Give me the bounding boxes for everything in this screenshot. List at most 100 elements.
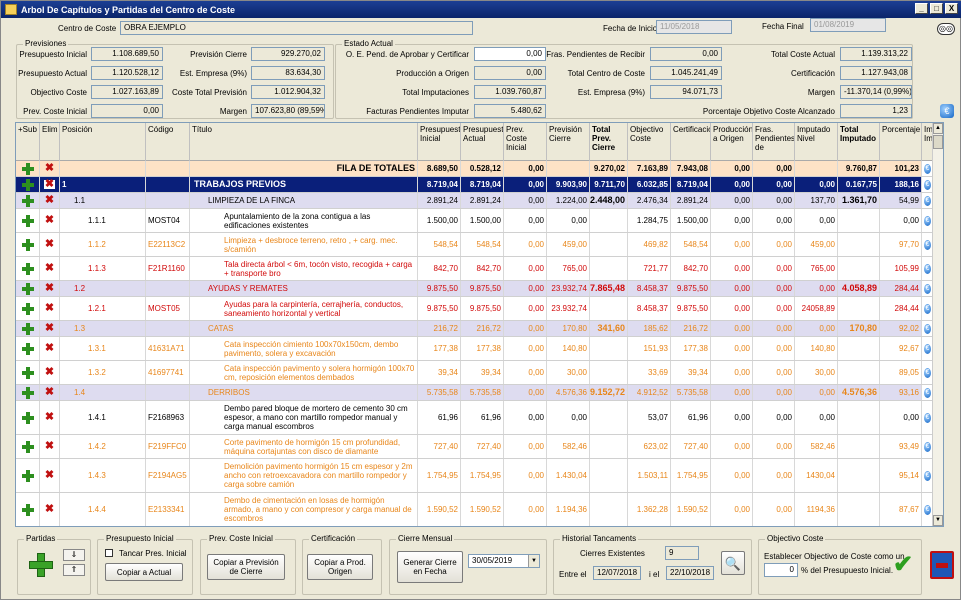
table-row[interactable]: ✖ 1.4.3 F2194AG5 Demolición pavimento hormi… — [16, 459, 934, 493]
delete-icon[interactable]: ✖ — [40, 361, 60, 384]
fecha-inicio-field[interactable]: 11/05/2018 — [656, 20, 732, 34]
plus-icon[interactable] — [21, 214, 34, 227]
refresh-icon[interactable]: € — [940, 104, 954, 118]
delete-icon[interactable]: ✖ — [40, 233, 60, 256]
maximize-button[interactable]: □ — [930, 3, 943, 14]
euro-icon[interactable]: € — [924, 412, 931, 423]
plus-icon[interactable] — [21, 440, 34, 453]
objetivo-pct-input[interactable]: 0 — [764, 563, 798, 577]
table-row[interactable]: ✖ 1.1.2 E22113C2 Limpieza + desbroce terren… — [16, 233, 934, 257]
col-header-4[interactable]: Título — [190, 123, 418, 161]
table-row[interactable]: ✖ 1.2.1 MOST05 Ayudas para la carpintería, … — [16, 297, 934, 321]
scroll-down-icon[interactable]: ▼ — [933, 515, 943, 526]
scroll-thumb[interactable] — [933, 135, 943, 149]
table-row[interactable]: ✖ 1.3 CATAS 216,72 216,72 0,00 170,80 341,60 185… — [16, 321, 934, 337]
binoculars-icon[interactable]: ◎◎ — [937, 23, 955, 35]
euro-icon[interactable]: € — [924, 163, 931, 174]
collapse-icon[interactable]: ⇑ — [63, 564, 85, 576]
col-header-15[interactable]: Total Imputado — [838, 123, 880, 161]
col-header-14[interactable]: Imputado Nivel — [795, 123, 838, 161]
add-sub-icon[interactable] — [16, 161, 40, 176]
euro-icon[interactable]: € — [924, 303, 931, 314]
col-header-11[interactable]: Certificación — [671, 123, 711, 161]
copiar-prod-origen-button[interactable]: Copiar a Prod. Origen — [307, 554, 373, 580]
delete-icon[interactable]: ✖ — [40, 193, 60, 208]
add-sub-icon[interactable] — [16, 493, 40, 526]
col-header-0[interactable]: +Sub — [16, 123, 40, 161]
delete-icon[interactable]: ✖ — [40, 177, 60, 192]
check-icon[interactable]: ✔ — [893, 553, 917, 577]
euro-icon[interactable]: € — [924, 504, 931, 515]
euro-icon[interactable]: € — [924, 323, 931, 334]
copiar-prevision-button[interactable]: Copiar a Previsión de Cierre — [207, 554, 285, 580]
delete-icon[interactable]: ✖ — [40, 161, 60, 176]
add-sub-icon[interactable] — [16, 233, 40, 256]
delete-icon[interactable]: ✖ — [40, 435, 60, 458]
euro-icon[interactable]: € — [924, 195, 931, 206]
col-header-10[interactable]: Objectivo Coste — [628, 123, 671, 161]
add-sub-icon[interactable] — [16, 193, 40, 208]
add-sub-icon[interactable] — [16, 401, 40, 434]
add-sub-icon[interactable] — [16, 209, 40, 232]
euro-icon[interactable]: € — [924, 263, 931, 274]
table-row[interactable]: ✖ 1.4.4 E2133341 Dembo de cimentación en lo… — [16, 493, 934, 526]
col-header-16[interactable]: Porcentaje — [880, 123, 922, 161]
add-partida-icon[interactable] — [28, 552, 54, 578]
centro-coste-field[interactable]: OBRA EJEMPLO — [120, 21, 473, 35]
delete-icon[interactable]: ✖ — [40, 281, 60, 296]
delete-icon[interactable]: ✖ — [40, 401, 60, 434]
plus-icon[interactable] — [21, 282, 34, 295]
add-sub-icon[interactable] — [16, 459, 40, 492]
exit-icon[interactable] — [930, 551, 954, 579]
copiar-actual-button[interactable]: Copiar a Actual — [105, 563, 183, 581]
add-sub-icon[interactable] — [16, 281, 40, 296]
estado1-value-0[interactable]: 0,00 — [474, 47, 546, 61]
plus-icon[interactable] — [21, 322, 34, 335]
expand-icon[interactable]: ⇓ — [63, 549, 85, 561]
col-header-9[interactable]: Total Prev. Cierre — [590, 123, 628, 161]
euro-icon[interactable]: € — [924, 343, 931, 354]
plus-icon[interactable] — [21, 178, 34, 191]
plus-icon[interactable] — [21, 194, 34, 207]
add-sub-icon[interactable] — [16, 321, 40, 336]
euro-icon[interactable]: € — [924, 239, 931, 250]
table-row[interactable]: ✖ 1.1.1 MOST04 Apuntalamiento de la zona co… — [16, 209, 934, 233]
cierre-date-select[interactable]: 30/05/2019 ▼ — [468, 554, 540, 568]
table-row[interactable]: ✖ FILA DE TOTALES 8.689,50 0.528,12 0,00 9.27… — [16, 161, 934, 177]
euro-icon[interactable]: € — [924, 470, 931, 481]
col-header-13[interactable]: Fras. Pendientes de — [753, 123, 795, 161]
delete-icon[interactable]: ✖ — [40, 257, 60, 280]
plus-icon[interactable] — [21, 342, 34, 355]
col-header-12[interactable]: Producción a Origen — [711, 123, 753, 161]
historial-date-to[interactable]: 22/10/2018 — [666, 566, 714, 580]
col-header-3[interactable]: Código — [146, 123, 190, 161]
minimize-button[interactable]: _ — [915, 3, 928, 14]
delete-icon[interactable]: ✖ — [40, 493, 60, 526]
col-header-8[interactable]: Previsión Cierre — [547, 123, 590, 161]
table-row[interactable]: ✖ 1.4.1 F2168963 Dembo pared bloque de mort… — [16, 401, 934, 435]
col-header-5[interactable]: Presupuesto Inicial — [418, 123, 461, 161]
plus-icon[interactable] — [21, 469, 34, 482]
delete-icon[interactable]: ✖ — [40, 297, 60, 320]
delete-icon[interactable]: ✖ — [40, 337, 60, 360]
euro-icon[interactable]: € — [924, 215, 931, 226]
chevron-down-icon[interactable]: ▼ — [528, 555, 539, 567]
delete-icon[interactable]: ✖ — [40, 459, 60, 492]
col-header-2[interactable]: Posición — [60, 123, 146, 161]
plus-icon[interactable] — [21, 386, 34, 399]
col-header-6[interactable]: Presupuesto Actual — [461, 123, 504, 161]
add-sub-icon[interactable] — [16, 257, 40, 280]
table-row[interactable]: ✖ 1.2 AYUDAS Y REMATES 9.875,50 9.875,50 0,00… — [16, 281, 934, 297]
euro-icon[interactable]: € — [924, 179, 931, 190]
delete-icon[interactable]: ✖ — [40, 321, 60, 336]
fecha-final-field[interactable]: 01/08/2019 — [810, 18, 886, 32]
plus-icon[interactable] — [21, 162, 34, 175]
add-sub-icon[interactable] — [16, 177, 40, 192]
col-header-1[interactable]: Elim — [40, 123, 60, 161]
table-row[interactable]: ✖ 1.4 DERRIBOS 5.735,58 5.735,58 0,00 4.576,36… — [16, 385, 934, 401]
plus-icon[interactable] — [21, 366, 34, 379]
generar-cierre-button[interactable]: Generar Cierre en Fecha — [397, 551, 463, 583]
add-sub-icon[interactable] — [16, 435, 40, 458]
table-row[interactable]: ✖ 1 TRABAJOS PREVIOS 8.719,04 8.719,04 0,00 9.… — [16, 177, 934, 193]
table-row[interactable]: ✖ 1.1.3 F21R1160 Tala directa árbol < 6m, t… — [16, 257, 934, 281]
